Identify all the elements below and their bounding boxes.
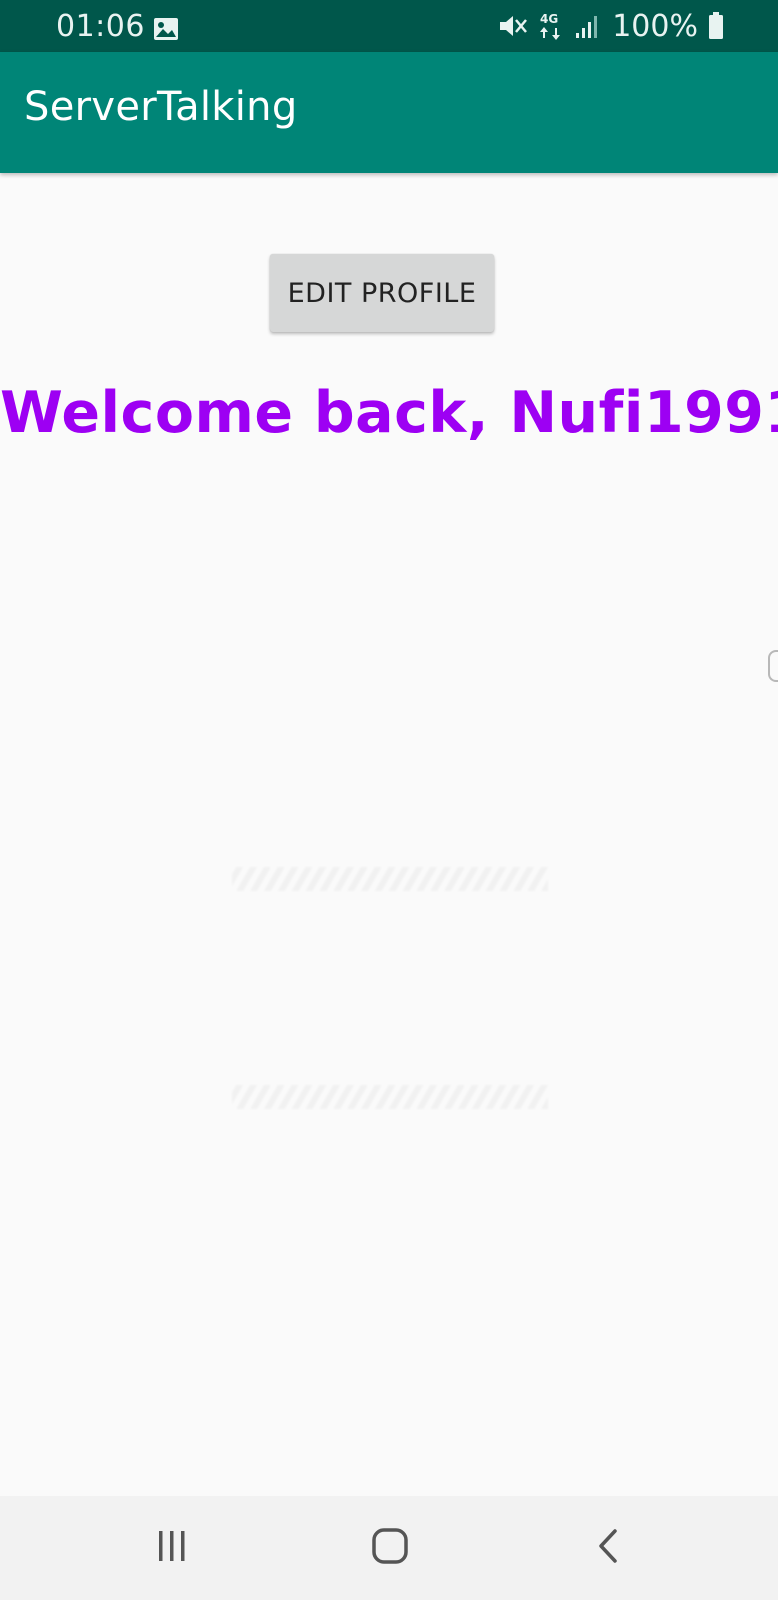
status-time: 01:06 xyxy=(56,9,145,44)
gallery-icon xyxy=(153,14,179,40)
back-button[interactable] xyxy=(548,1496,668,1600)
edge-panel-handle[interactable] xyxy=(768,650,778,682)
mute-icon xyxy=(498,12,528,40)
faint-placeholder xyxy=(232,867,548,891)
battery-icon xyxy=(708,12,724,40)
faint-placeholder xyxy=(232,1085,548,1109)
navigation-bar xyxy=(0,1496,778,1600)
welcome-heading: Welcome back, Nufi1991 xyxy=(0,380,778,446)
status-icons: 4G 100% xyxy=(498,0,724,52)
recents-button[interactable] xyxy=(112,1496,232,1600)
screen: 01:06 4G 100% ServerTalking EDIT PROFILE… xyxy=(0,0,778,1600)
home-icon xyxy=(371,1527,409,1570)
recents-icon xyxy=(155,1529,189,1568)
signal-icon xyxy=(574,13,600,39)
app-bar: ServerTalking xyxy=(0,52,778,173)
4g-icon: 4G xyxy=(538,11,564,41)
edit-profile-button[interactable]: EDIT PROFILE xyxy=(270,254,494,332)
home-button[interactable] xyxy=(330,1496,450,1600)
app-title: ServerTalking xyxy=(24,84,298,130)
battery-percentage: 100% xyxy=(612,8,698,44)
svg-text:4G: 4G xyxy=(540,12,558,26)
status-bar: 01:06 4G 100% xyxy=(0,0,778,52)
back-icon xyxy=(595,1528,621,1569)
